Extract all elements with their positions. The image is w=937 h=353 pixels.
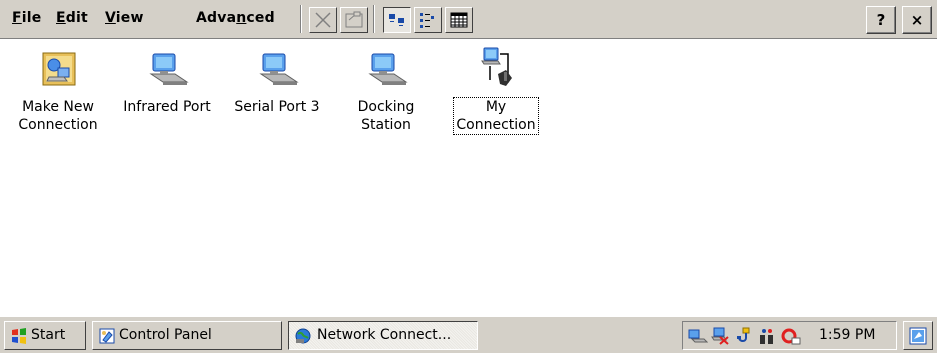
connection-status-icon[interactable] (757, 327, 777, 345)
large-icons-view-button[interactable] (383, 7, 411, 33)
item-serial-port-3[interactable]: Serial Port 3 (227, 44, 327, 116)
task-control-panel[interactable]: Control Panel (92, 321, 282, 350)
close-button[interactable]: × (902, 6, 932, 34)
help-button[interactable]: ? (866, 6, 896, 34)
properties-icon (345, 11, 363, 28)
toolbar-separator (300, 5, 302, 33)
network-connection-icon (362, 44, 410, 92)
item-make-new-connection[interactable]: Make New Connection (8, 44, 108, 134)
sync-icon[interactable] (781, 327, 801, 345)
taskbar: Start Control Panel Network Connect... 1… (0, 315, 937, 353)
make-new-connection-icon (34, 44, 82, 92)
item-label: Make New Connection (18, 99, 98, 133)
network-globe-icon (295, 328, 311, 344)
item-docking-station[interactable]: Docking Station (336, 44, 436, 134)
menu-advanced[interactable]: Advanced (196, 10, 275, 26)
network-icon[interactable] (688, 327, 708, 345)
start-button[interactable]: Start (4, 321, 86, 350)
dialup-connection-icon (472, 44, 520, 92)
item-infrared-port[interactable]: Infrared Port (117, 44, 217, 116)
network-connection-icon (253, 44, 301, 92)
properties-button[interactable] (340, 7, 368, 33)
usb-icon[interactable] (735, 327, 755, 345)
task-network-connections[interactable]: Network Connect... (288, 321, 478, 350)
menu-edit[interactable]: Edit (56, 10, 88, 26)
system-tray: 1:59 PM (682, 321, 897, 350)
start-label: Start (31, 327, 66, 343)
network-disconnected-icon[interactable] (710, 327, 730, 345)
windows-flag-icon (12, 328, 26, 344)
connections-list: Make New Connection Infrared Port Serial (0, 40, 937, 314)
task-label: Network Connect... (317, 327, 452, 343)
details-view-icon (450, 12, 468, 28)
item-label: Docking Station (357, 99, 415, 133)
menu-file[interactable]: File (12, 10, 41, 26)
delete-button[interactable] (309, 7, 337, 33)
list-view-button[interactable] (414, 7, 442, 33)
command-bar: File Edit View Advanced ? × (0, 0, 937, 39)
desktop-icon (909, 327, 927, 345)
menu-view[interactable]: View (105, 10, 144, 26)
task-label: Control Panel (119, 327, 212, 343)
details-view-button[interactable] (445, 7, 473, 33)
delete-icon (315, 12, 331, 28)
toolbar-separator (373, 5, 375, 33)
clock[interactable]: 1:59 PM (819, 327, 875, 343)
item-label: Infrared Port (123, 99, 211, 115)
control-panel-icon (99, 328, 115, 344)
list-view-icon (420, 13, 434, 28)
item-label: Serial Port 3 (234, 99, 320, 115)
large-icons-view-icon (389, 14, 404, 26)
item-label: My Connection (453, 97, 539, 135)
show-desktop-button[interactable] (903, 321, 933, 350)
network-connection-icon (143, 44, 191, 92)
item-my-connection[interactable]: My Connection (446, 44, 546, 135)
